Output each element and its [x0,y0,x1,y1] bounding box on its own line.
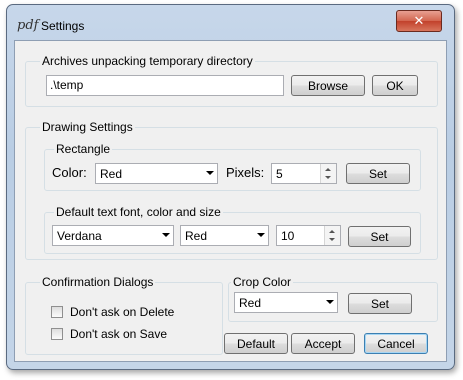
chevron-down-icon [206,171,214,175]
font-size-spinner[interactable]: 10 [276,225,341,246]
arrow-down-icon [325,176,331,179]
default-button[interactable]: Default [224,333,288,354]
rectangle-pixels-label: Pixels: [226,165,265,180]
arrow-up-icon [325,168,331,171]
chevron-down-icon [162,233,170,237]
font-select[interactable]: Verdana [52,225,174,246]
text-set-button[interactable]: Set [348,226,411,247]
cancel-button[interactable]: Cancel [364,333,428,354]
close-icon: ✕ [413,13,425,29]
chevron-down-icon [326,300,334,304]
rectangle-color-select[interactable]: Red [95,163,218,184]
drawing-settings-label: Drawing Settings [40,120,135,134]
crop-color-group-label: Crop Color [231,275,294,289]
crop-set-button[interactable]: Set [348,293,412,314]
close-button[interactable]: ✕ [396,10,442,32]
rectangle-set-button[interactable]: Set [346,163,410,184]
pdf-icon: pdf [17,18,39,33]
font-value: Verdana [57,229,102,243]
arrow-down-icon [329,238,335,241]
arrow-up-icon [329,230,335,233]
rectangle-color-label: Color: [52,165,87,180]
text-color-select[interactable]: Red [180,225,269,246]
rectangle-color-value: Red [100,167,123,181]
accept-button[interactable]: Accept [291,333,355,354]
font-size-value: 10 [281,229,295,243]
rectangle-pixels-spinner[interactable]: 5 [271,163,337,184]
confirmation-group-label: Confirmation Dialogs [40,275,156,289]
dont-ask-delete-checkbox[interactable] [51,306,63,318]
rectangle-pixels-value: 5 [276,167,283,181]
chevron-down-icon [257,233,265,237]
browse-button[interactable]: Browse [291,75,365,96]
ok-button[interactable]: OK [372,75,418,96]
temp-directory-input[interactable]: .\temp [46,75,284,96]
archives-group-label: Archives unpacking temporary directory [40,54,255,68]
spinner-arrows[interactable] [324,226,340,245]
dont-ask-delete-label[interactable]: Don't ask on Delete [70,305,174,319]
dont-ask-save-checkbox[interactable] [51,328,63,340]
settings-window: pdf Settings ✕ Archives unpacking tempor… [6,4,455,370]
window-title: Settings [41,19,85,33]
dialog-body: Archives unpacking temporary directory .… [14,40,447,362]
crop-color-value: Red [239,296,262,310]
rectangle-group-label: Rectangle [54,142,113,156]
crop-color-select[interactable]: Red [234,292,338,313]
text-settings-group-label: Default text font, color and size [54,205,223,219]
dont-ask-save-label[interactable]: Don't ask on Save [70,327,167,341]
spinner-arrows[interactable] [320,164,336,183]
text-color-value: Red [185,229,208,243]
